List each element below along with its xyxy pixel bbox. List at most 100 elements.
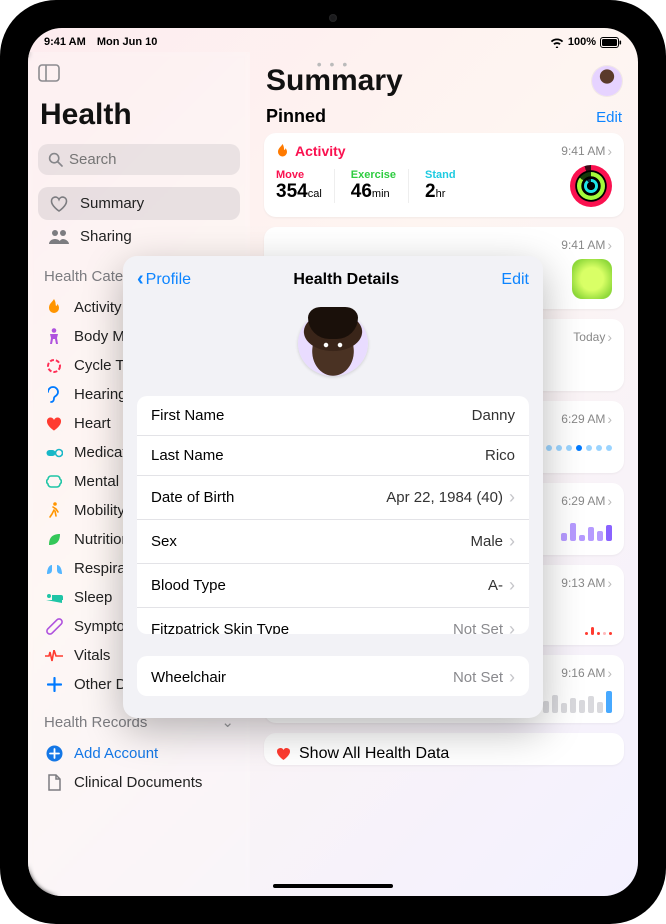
body-icon: [44, 328, 64, 345]
bar-chart-icon: [561, 515, 612, 541]
exercise-unit: min: [372, 188, 390, 200]
detail-label: Blood Type: [151, 577, 226, 594]
screen: 9:41 AM Mon Jun 10 100% • • • Health: [28, 28, 638, 896]
activity-rings-icon: [570, 165, 612, 207]
card-time: 6:29 AM: [561, 493, 612, 509]
hr-dot-icon: [585, 632, 588, 635]
sidebar-nav-sharing[interactable]: Sharing: [38, 220, 240, 253]
detail-row-wheelchair[interactable]: Wheelchair Not Set: [137, 656, 529, 696]
daylight-bars-icon: [543, 687, 612, 713]
bandage-icon: [44, 618, 64, 635]
detail-row-fitzpatrick-skin-type[interactable]: Fitzpatrick Skin Type Not Set: [137, 608, 529, 634]
search-field[interactable]: [38, 144, 240, 175]
category-label: Heart: [74, 415, 111, 432]
record-label: Clinical Documents: [74, 774, 202, 791]
stand-label: Stand: [425, 169, 456, 181]
search-icon: [48, 152, 63, 167]
move-unit: cal: [308, 188, 322, 200]
modal-edit-button[interactable]: Edit: [501, 271, 529, 289]
activity-title: Activity: [295, 143, 346, 159]
detail-label: Date of Birth: [151, 489, 234, 506]
pinned-header: Pinned: [266, 106, 326, 127]
cycle-icon: [44, 358, 64, 374]
detail-value: Not Set: [453, 619, 515, 634]
category-label: Vitals: [74, 647, 110, 664]
walk-icon: [44, 502, 64, 519]
wifi-icon: [550, 37, 564, 48]
show-all-label: Show All Health Data: [299, 745, 449, 763]
device-camera: [329, 14, 337, 22]
detail-label: Last Name: [151, 447, 224, 464]
record-clinical-documents[interactable]: Clinical Documents: [38, 768, 240, 797]
sidebar-nav-summary[interactable]: Summary: [38, 187, 240, 220]
detail-row-blood-type[interactable]: Blood Type A-: [137, 564, 529, 608]
category-label: Sleep: [74, 589, 112, 606]
plus-icon: [44, 677, 64, 692]
detail-label: First Name: [151, 407, 224, 424]
badge-icon: [572, 259, 612, 299]
nav-label: Summary: [80, 195, 144, 212]
card-time: Today: [573, 329, 612, 345]
show-all-health-data[interactable]: Show All Health Data: [264, 733, 624, 765]
exercise-label: Exercise: [351, 169, 396, 181]
dot-chart-icon: [546, 433, 612, 463]
category-label: Nutrition: [74, 531, 130, 548]
pills-icon: [44, 447, 64, 459]
app-title: Health: [38, 94, 240, 140]
card-time: 6:29 AM: [561, 411, 612, 427]
record-add-account[interactable]: Add Account: [38, 739, 240, 768]
activity-card[interactable]: Activity 9:41 AM Move 354cal Exercise: [264, 133, 624, 217]
wheelchair-form-group: Wheelchair Not Set: [137, 656, 529, 696]
category-label: Activity: [74, 299, 122, 316]
status-date: Mon Jun 10: [97, 36, 158, 48]
back-label: Profile: [146, 271, 191, 289]
sidebar-toggle-icon[interactable]: [38, 64, 62, 84]
heart-icon: [44, 417, 64, 431]
detail-label: Sex: [151, 533, 177, 550]
doc-icon: [44, 774, 64, 791]
ecg-icon: [44, 650, 64, 662]
detail-row-sex[interactable]: Sex Male: [137, 520, 529, 564]
profile-memoji[interactable]: [298, 311, 368, 376]
home-indicator[interactable]: [273, 884, 393, 888]
health-details-modal: ‹ Profile Health Details Edit First Name…: [123, 256, 543, 718]
detail-label: Wheelchair: [151, 669, 226, 686]
move-label: Move: [276, 169, 322, 181]
search-input[interactable]: [69, 151, 250, 168]
ear-icon: [44, 386, 64, 403]
back-button[interactable]: ‹ Profile: [137, 268, 191, 291]
brain-icon: [44, 474, 64, 489]
detail-value: Rico: [485, 447, 515, 464]
detail-row-date-of-birth[interactable]: Date of Birth Apr 22, 1984 (40): [137, 476, 529, 520]
detail-value: Danny: [472, 407, 515, 424]
daylight-time: 9:16 AM: [561, 665, 612, 681]
detail-value: Not Set: [453, 667, 515, 688]
heart-rate-time: 9:13 AM: [561, 575, 612, 591]
heart-outline-icon: [48, 196, 70, 212]
battery-icon: [600, 37, 622, 48]
stand-unit: hr: [436, 188, 446, 200]
bed-icon: [44, 592, 64, 604]
heart-icon: [276, 747, 291, 761]
leaf-icon: [44, 532, 64, 547]
detail-label: Fitzpatrick Skin Type: [151, 621, 289, 634]
exercise-value: 46: [351, 181, 372, 202]
record-label: Add Account: [74, 745, 158, 762]
flame-icon: [44, 299, 64, 316]
plus-circle-icon: [44, 745, 64, 762]
category-label: Hearing: [74, 386, 127, 403]
activity-time: 9:41 AM: [561, 143, 612, 159]
detail-row-last-name: Last Name Rico: [137, 436, 529, 476]
ipad-frame: 9:41 AM Mon Jun 10 100% • • • Health: [0, 0, 666, 924]
lungs-icon: [44, 561, 64, 576]
move-value: 354: [276, 181, 308, 202]
detail-row-first-name: First Name Danny: [137, 396, 529, 436]
nav-label: Sharing: [80, 228, 132, 245]
multitask-indicator[interactable]: • • •: [317, 56, 349, 72]
modal-title: Health Details: [293, 271, 399, 289]
pinned-edit-button[interactable]: Edit: [596, 109, 622, 126]
detail-value: Apr 22, 1984 (40): [386, 487, 515, 508]
profile-avatar-button[interactable]: [592, 66, 622, 96]
status-bar: 9:41 AM Mon Jun 10 100%: [28, 28, 638, 52]
detail-value: Male: [470, 531, 515, 552]
